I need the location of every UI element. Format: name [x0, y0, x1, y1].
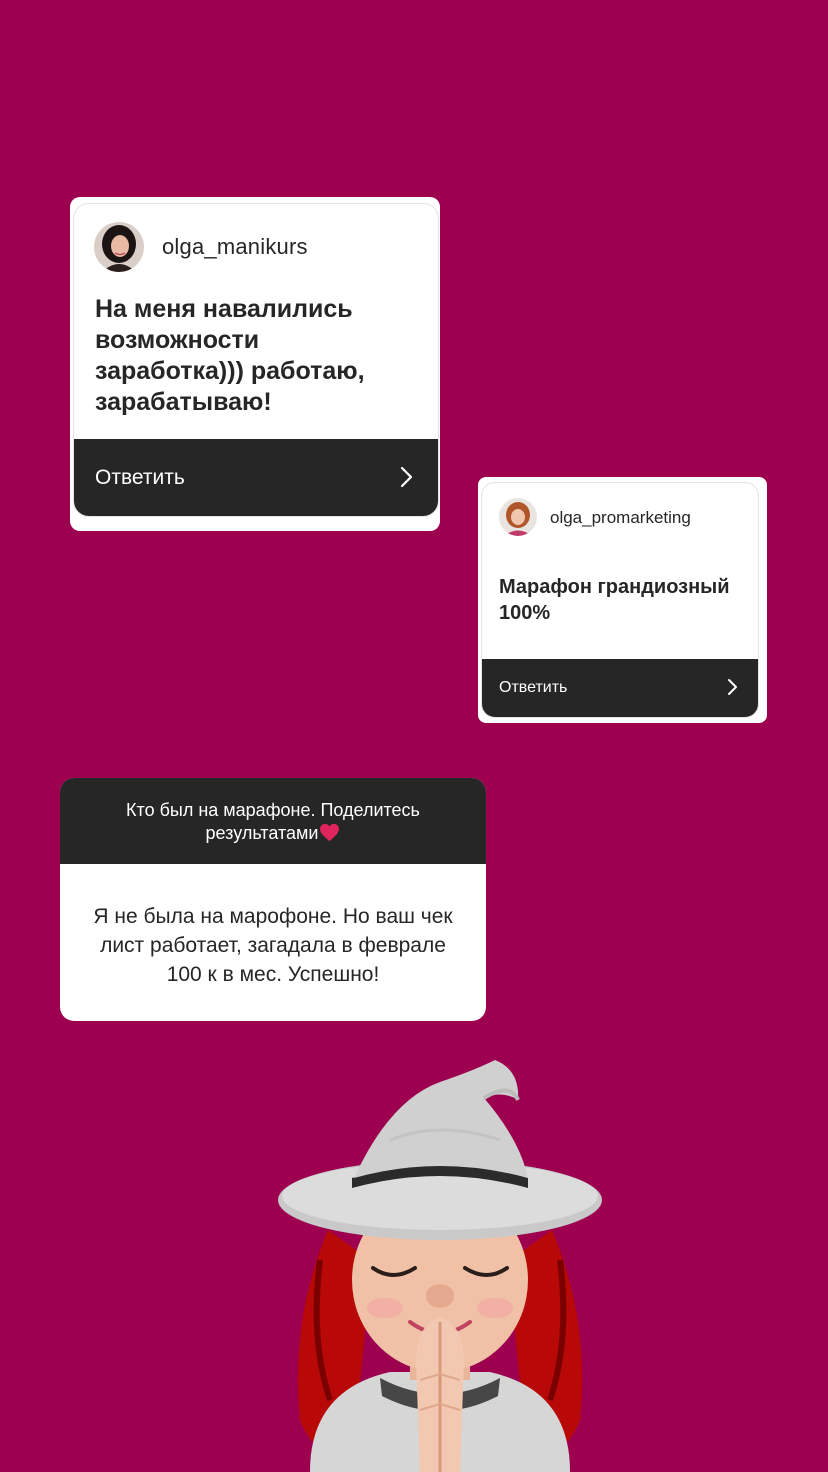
reply-message: На меня навалились возможности заработка…	[95, 295, 365, 416]
question-text: Кто был на марафоне. Поделитесь результа…	[90, 799, 456, 845]
profile-photo-icon	[94, 222, 144, 272]
username: olga_promarketing	[550, 508, 691, 527]
reply-button-label: Ответить	[499, 679, 568, 696]
question-label: Кто был на марафоне. Поделитесь результа…	[126, 800, 420, 843]
reply-button[interactable]: Ответить	[482, 659, 758, 717]
reply-message: Марафон грандиозный 100%	[499, 576, 730, 624]
chevron-right-icon	[728, 679, 737, 695]
profile-photo-icon	[499, 498, 537, 536]
reply-card-olga-promarketing: olga_promarketing Марафон грандиозный 10…	[478, 477, 767, 723]
reply-card-inner: olga_manikurs На меня навалились возможн…	[73, 203, 439, 517]
reply-button[interactable]: Ответить	[74, 439, 438, 516]
chevron-right-icon	[400, 466, 413, 488]
memoji-witch-praying-icon	[278, 1060, 602, 1472]
heart-icon	[320, 823, 340, 842]
reply-card-olga-manikurs: olga_manikurs На меня навалились возможн…	[70, 197, 440, 531]
answer-text: Я не была на марофоне. Но ваш чек лист р…	[93, 905, 453, 986]
reply-button-label: Ответить	[95, 466, 185, 489]
question-header: Кто был на марафоне. Поделитесь результа…	[60, 778, 486, 864]
reply-card-inner: olga_promarketing Марафон грандиозный 10…	[481, 482, 759, 718]
username: olga_manikurs	[162, 234, 308, 259]
question-sticker: Кто был на марафоне. Поделитесь результа…	[60, 778, 486, 1021]
